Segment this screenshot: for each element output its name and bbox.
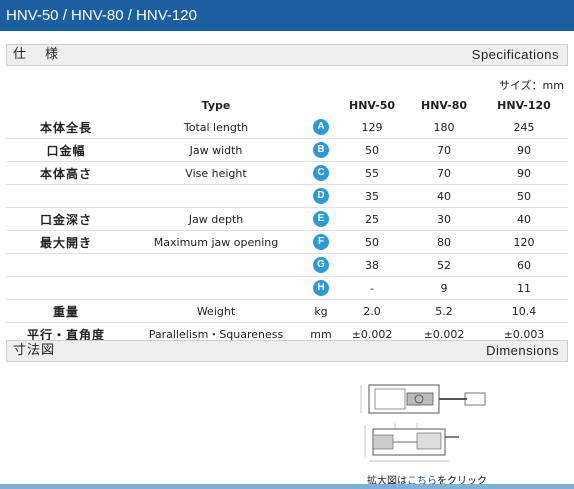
value-hnv50: 38 (336, 253, 408, 277)
dimension-letter-badge: C (313, 165, 329, 181)
header-hnv120: HNV-120 (497, 98, 551, 112)
value-hnv120: 50 (480, 184, 568, 208)
dimension-letter-badge: H (313, 280, 329, 296)
spec-table-header-row: Type HNV-50 HNV-80 HNV-120 (6, 94, 568, 116)
header-type: Type (201, 98, 231, 112)
dimension-letter-badge: E (313, 211, 329, 227)
dimension-letter-badge: D (313, 188, 329, 204)
value-hnv120: 11 (480, 276, 568, 300)
dimensions-header-jp: 寸法図 (13, 343, 56, 358)
page-title: HNV-50 / HNV-80 / HNV-120 (0, 0, 574, 31)
row-label-jp: 本体高さ (6, 161, 126, 185)
row-label-en (126, 184, 306, 208)
dimension-letter-badge: F (313, 234, 329, 250)
dimension-letter-badge: B (313, 142, 329, 158)
header-hnv50: HNV-50 (349, 98, 395, 112)
value-hnv80: 52 (408, 253, 480, 277)
size-unit-note: サイズ：mm (498, 79, 564, 92)
row-label-jp (6, 184, 126, 208)
value-hnv80: 80 (408, 230, 480, 254)
row-label-jp: 口金幅 (6, 138, 126, 162)
value-hnv80: 70 (408, 138, 480, 162)
value-hnv80: 70 (408, 161, 480, 185)
table-row: D 35 40 50 (6, 184, 568, 208)
specifications-header-jp: 仕 様 (13, 47, 62, 62)
specifications-header-en: Specifications (471, 47, 559, 62)
value-hnv80: 40 (408, 184, 480, 208)
value-hnv120: 120 (480, 230, 568, 254)
value-hnv50: 55 (336, 161, 408, 185)
row-label-en: Maximum jaw opening (126, 230, 306, 254)
bottom-divider (0, 484, 574, 489)
dimension-letter-badge: G (313, 257, 329, 273)
table-row: H - 9 11 (6, 276, 568, 300)
value-hnv50: 25 (336, 207, 408, 231)
value-hnv120: 90 (480, 161, 568, 185)
row-label-en: Vise height (126, 161, 306, 185)
specifications-header: 仕 様 Specifications (6, 44, 568, 66)
header-badge (306, 94, 336, 116)
vise-dimension-drawing (360, 384, 486, 462)
dimension-drawing-thumbnail[interactable] (355, 381, 495, 471)
unit-label: kg (306, 299, 336, 323)
row-label-en: Total length (126, 116, 306, 139)
table-row: 本体高さ Vise height C 55 70 90 (6, 161, 568, 185)
table-row: 口金深さ Jaw depth E 25 30 40 (6, 207, 568, 231)
value-hnv50: 129 (336, 116, 408, 139)
row-label-jp: 口金深さ (6, 207, 126, 231)
table-row: 最大開き Maximum jaw opening F 50 80 120 (6, 230, 568, 254)
row-label-jp (6, 276, 126, 300)
header-hnv80: HNV-80 (421, 98, 467, 112)
value-hnv80: 9 (408, 276, 480, 300)
table-row: G 38 52 60 (6, 253, 568, 277)
table-row: 本体全長 Total length A 129 180 245 (6, 116, 568, 139)
row-label-jp: 重量 (6, 299, 126, 323)
value-hnv120: 10.4 (480, 299, 568, 323)
value-hnv80: 30 (408, 207, 480, 231)
dimensions-header-en: Dimensions (486, 343, 559, 358)
value-hnv80: 5.2 (408, 299, 480, 323)
value-hnv50: 50 (336, 230, 408, 254)
value-hnv80: 180 (408, 116, 480, 139)
value-hnv50: 50 (336, 138, 408, 162)
row-label-en (126, 276, 306, 300)
value-hnv50: 35 (336, 184, 408, 208)
row-label-jp (6, 253, 126, 277)
row-label-jp: 最大開き (6, 230, 126, 254)
row-label-en (126, 253, 306, 277)
value-hnv50: - (336, 276, 408, 300)
spec-table: Type HNV-50 HNV-80 HNV-120 本体全長 Total le… (6, 94, 568, 346)
row-label-en: Weight (126, 299, 306, 323)
value-hnv120: 90 (480, 138, 568, 162)
row-label-en: Jaw width (126, 138, 306, 162)
value-hnv120: 60 (480, 253, 568, 277)
table-row: 口金幅 Jaw width B 50 70 90 (6, 138, 568, 162)
value-hnv120: 245 (480, 116, 568, 139)
header-jp (6, 94, 126, 116)
row-label-en: Jaw depth (126, 207, 306, 231)
value-hnv120: 40 (480, 207, 568, 231)
dimensions-header: 寸法図 Dimensions (6, 340, 568, 362)
dimension-letter-badge: A (313, 119, 329, 135)
value-hnv50: 2.0 (336, 299, 408, 323)
row-label-jp: 本体全長 (6, 116, 126, 139)
table-row: 重量 Weight kg 2.0 5.2 10.4 (6, 299, 568, 323)
